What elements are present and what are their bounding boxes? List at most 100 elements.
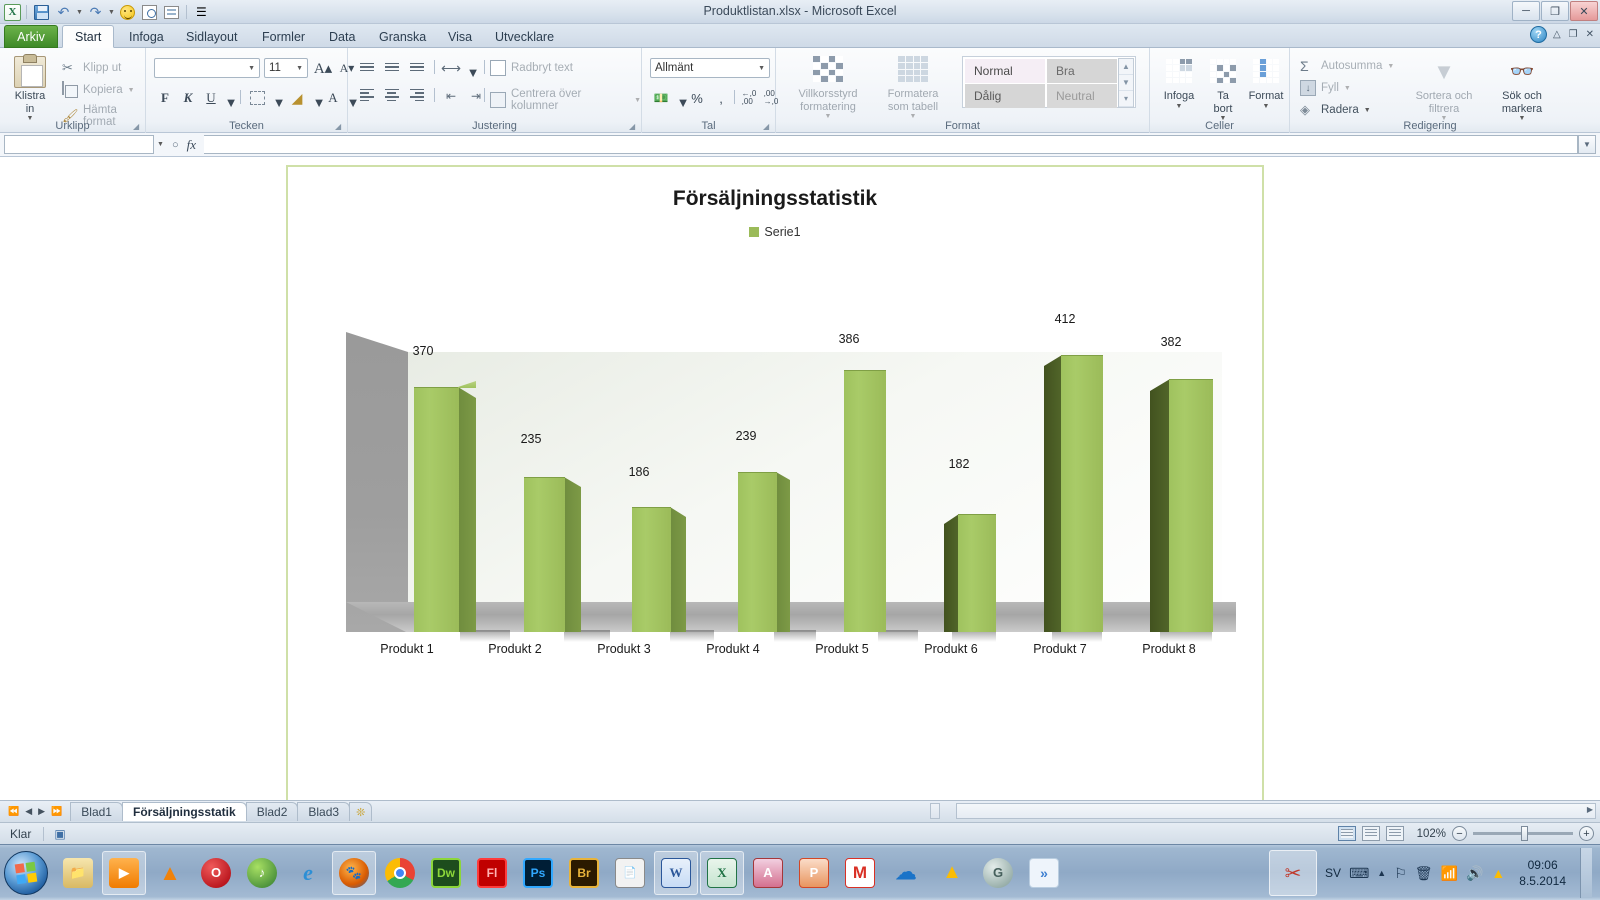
cut-button[interactable]: ✂ Klipp ut — [62, 60, 121, 76]
bar-produkt-1[interactable] — [414, 376, 510, 642]
formula-bar[interactable]: ▼ ○ fx ▼ — [0, 133, 1600, 157]
fill-button[interactable]: ↓ Fyll ▼ — [1300, 80, 1351, 96]
ribbon-tab-utvecklare[interactable]: Utvecklare — [483, 25, 566, 48]
ribbon-tab-formler[interactable]: Formler — [250, 25, 317, 48]
taskbar-libreoffice[interactable]: 📄 — [608, 851, 652, 895]
ribbon-controls[interactable]: ? △ ❐ ✕ — [1529, 26, 1596, 43]
ribbon-tab-visa[interactable]: Visa — [436, 25, 484, 48]
name-box-dropdown-icon[interactable]: ▼ — [157, 141, 164, 148]
taskbar[interactable]: 📁 ▶ ▲ O ♪ e 🐾 Dw Fl Ps Br 📄 W X A P M ☁ … — [0, 844, 1600, 900]
zoom-in-button[interactable]: + — [1579, 826, 1594, 841]
decrease-indent-button[interactable]: ⇤ — [440, 86, 462, 106]
clear-button[interactable]: ◈ Radera ▼ — [1300, 102, 1371, 118]
macro-record-icon[interactable]: ▣ — [54, 827, 65, 841]
formula-input[interactable] — [203, 135, 1578, 154]
taskbar-flash[interactable]: Fl — [470, 851, 514, 895]
bar-produkt-6[interactable] — [944, 504, 1000, 642]
currency-button[interactable]: 💵 — [650, 88, 672, 108]
prev-sheet-icon[interactable]: ◀ — [25, 806, 32, 817]
sort-filter-button[interactable]: ▼ Sortera och filtrera ▼ — [1406, 56, 1482, 123]
underline-button[interactable]: U — [200, 88, 222, 108]
taskbar-onedrive[interactable]: ☁ — [884, 851, 928, 895]
fill-color-button[interactable]: ◢ — [286, 88, 308, 108]
ribbon-tab-start[interactable]: Start — [62, 25, 115, 48]
system-tray[interactable]: ✂ SV ⌨ ▲ ⚐ 🗑 📶 🔊 ▲ 09:06 8.5.2014 — [1257, 845, 1600, 900]
ribbon-tab-sidlayout[interactable]: Sidlayout — [174, 25, 249, 48]
number-dialog-launcher[interactable]: ◢ — [763, 122, 772, 131]
font-dialog-launcher[interactable]: ◢ — [335, 122, 344, 131]
insert-cells-button[interactable]: Infoga ▼ — [1158, 56, 1200, 111]
font-size-select[interactable]: 11 ▼ — [264, 58, 308, 78]
help-icon[interactable]: ? — [1529, 26, 1547, 43]
normal-view-button[interactable] — [1338, 826, 1356, 841]
copy-button[interactable]: Kopiera ▼ — [62, 81, 135, 98]
ribbon-tab-strip[interactable]: Arkiv Start Infoga Sidlayout Formler Dat… — [0, 24, 1600, 48]
taskbar-powerpoint[interactable]: P — [792, 851, 836, 895]
borders-button[interactable] — [246, 88, 268, 108]
google-drive-tray-icon[interactable]: ▲ — [1491, 865, 1505, 881]
find-select-button[interactable]: 👓 Sök och markera ▼ — [1486, 56, 1558, 123]
chevron-down-icon[interactable]: ▼ — [1176, 103, 1183, 111]
flag-icon[interactable]: ⚐ — [1394, 865, 1407, 882]
taskbar-google-drive[interactable]: ▲ — [930, 851, 974, 895]
scroll-down-icon[interactable]: ▼ — [1119, 75, 1133, 91]
zoom-slider[interactable] — [1473, 826, 1573, 841]
chevron-down-icon[interactable]: ▼ — [758, 65, 765, 72]
taskbar-windows-media[interactable]: ♪ — [240, 851, 284, 895]
chart-legend[interactable]: Serie1 — [288, 225, 1262, 239]
cell-style-normal[interactable]: Normal — [965, 59, 1045, 83]
taskbar-items[interactable]: 📁 ▶ ▲ O ♪ e 🐾 Dw Fl Ps Br 📄 W X A P M ☁ … — [56, 850, 1066, 895]
grow-font-button[interactable]: A▴ — [312, 58, 334, 78]
taskbar-gecko[interactable]: G — [976, 851, 1020, 895]
language-indicator[interactable]: SV — [1325, 866, 1341, 880]
align-top-button[interactable] — [356, 58, 378, 78]
ribbon[interactable]: Klistra in ▼ ✂ Klipp ut Kopiera ▼ 🖌 Hämt… — [0, 48, 1600, 133]
chevron-down-icon[interactable]: ▼ — [634, 97, 641, 104]
cell-style-neutral[interactable]: Neutral — [1047, 84, 1117, 108]
bold-button[interactable]: F — [154, 88, 176, 108]
sheet-nav-buttons[interactable]: ⏪ ◀ ▶ ⏩ — [0, 806, 70, 817]
clipboard-dialog-launcher[interactable]: ◢ — [133, 122, 142, 131]
taskbar-access[interactable]: A — [746, 851, 790, 895]
align-right-button[interactable] — [406, 86, 428, 106]
ribbon-tab-arkiv[interactable]: Arkiv — [4, 25, 58, 48]
taskbar-overflow[interactable]: » — [1022, 851, 1066, 895]
taskbar-bridge[interactable]: Br — [562, 851, 606, 895]
ribbon-tab-granska[interactable]: Granska — [367, 25, 438, 48]
chevron-down-icon[interactable]: ▼ — [128, 87, 135, 94]
align-bottom-button[interactable] — [406, 58, 428, 78]
volume-icon[interactable]: 🔊 — [1466, 865, 1483, 882]
sheet-tab-blad2[interactable]: Blad2 — [245, 802, 299, 821]
align-middle-button[interactable] — [381, 58, 403, 78]
taskbar-dreamweaver[interactable]: Dw — [424, 851, 468, 895]
underline-dropdown-icon[interactable]: ▼ — [220, 92, 242, 112]
worksheet-area[interactable]: Försäljningsstatistik Serie1 370 235 186… — [0, 157, 1600, 800]
orientation-button[interactable]: ⟷ — [440, 58, 462, 78]
align-left-button[interactable] — [356, 86, 378, 106]
name-box[interactable] — [4, 135, 154, 154]
zoom-out-button[interactable]: − — [1452, 826, 1467, 841]
chart-plot-area[interactable]: 370 235 186 239 386 182 412 382 Produkt … — [346, 312, 1236, 662]
ribbon-tab-data[interactable]: Data — [317, 25, 367, 48]
sheet-tab-blad3[interactable]: Blad3 — [297, 802, 351, 821]
restore-window-icon[interactable]: ❐ — [1567, 29, 1580, 40]
ribbon-tab-infoga[interactable]: Infoga — [117, 25, 176, 48]
page-layout-view-button[interactable] — [1362, 826, 1380, 841]
taskbar-excel[interactable]: X — [700, 850, 744, 895]
bar-produkt-7[interactable] — [1044, 344, 1106, 642]
cell-style-dalig[interactable]: Dålig — [965, 84, 1045, 108]
bar-produkt-2[interactable] — [524, 467, 610, 642]
minimize-ribbon-icon[interactable]: △ — [1551, 29, 1563, 40]
minimize-button[interactable]: ─ — [1512, 1, 1540, 21]
insert-sheet-button[interactable]: ❊ — [349, 802, 373, 821]
taskbar-chrome[interactable] — [378, 851, 422, 895]
taskbar-firefox[interactable]: 🐾 — [332, 850, 376, 895]
taskbar-internet-explorer[interactable]: e — [286, 851, 330, 895]
sheet-tab-blad1[interactable]: Blad1 — [70, 802, 123, 821]
horizontal-scrollbar[interactable] — [956, 803, 1596, 819]
chart-object[interactable]: Försäljningsstatistik Serie1 370 235 186… — [286, 165, 1264, 800]
network-icon[interactable]: 📶 — [1441, 865, 1458, 882]
cancel-formula-icon[interactable]: ○ — [172, 139, 179, 151]
autosum-button[interactable]: Σ Autosumma ▼ — [1300, 58, 1394, 74]
paste-button[interactable]: Klistra in ▼ — [6, 54, 54, 123]
